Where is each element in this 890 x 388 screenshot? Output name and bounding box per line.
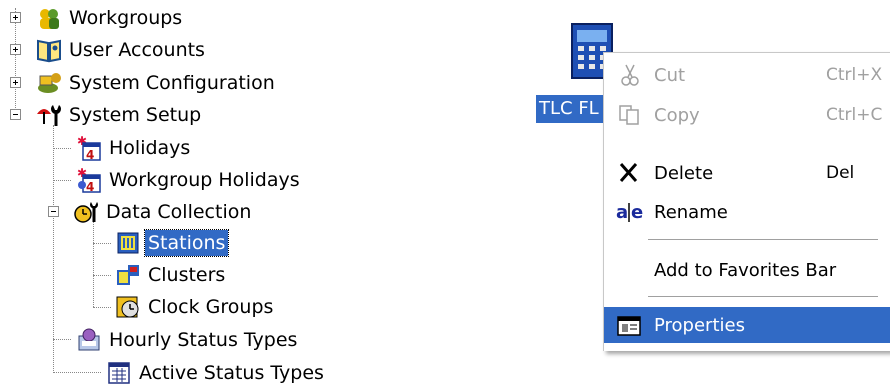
tree-connector bbox=[53, 125, 54, 373]
menu-item-rename[interactable]: ae Rename bbox=[604, 194, 890, 230]
tree-connector bbox=[93, 275, 111, 276]
expand-system-configuration-button[interactable] bbox=[10, 77, 21, 88]
rename-icon: ae bbox=[616, 200, 644, 224]
tree-connector bbox=[53, 148, 71, 149]
holiday-calendar-icon: ✱ 4 bbox=[76, 135, 102, 161]
tree-item-label: Clusters bbox=[148, 264, 226, 286]
tree-connector bbox=[53, 372, 101, 373]
workgroup-holiday-calendar-icon: ✱ 4 bbox=[76, 167, 102, 193]
tree-item-label: Workgroups bbox=[69, 7, 183, 29]
clusters-icon bbox=[115, 262, 141, 288]
tree-item-label: System Configuration bbox=[69, 72, 275, 94]
menu-item-label: Delete bbox=[654, 162, 714, 184]
tree-item-label: User Accounts bbox=[69, 39, 205, 61]
tree-item-user-accounts[interactable]: User Accounts bbox=[36, 35, 208, 65]
menu-item-properties[interactable]: Properties bbox=[604, 307, 890, 343]
tree-item-label: Holidays bbox=[109, 137, 191, 159]
tree-connector bbox=[93, 243, 111, 244]
tree-item-system-setup[interactable]: System Setup bbox=[36, 100, 204, 130]
book-icon bbox=[36, 37, 62, 63]
tree-item-clusters[interactable]: Clusters bbox=[115, 260, 228, 290]
menu-item-add-to-favorites-bar[interactable]: Add to Favorites Bar bbox=[604, 252, 890, 288]
menu-separator bbox=[648, 296, 878, 297]
menu-item-shortcut: Ctrl+X bbox=[826, 65, 883, 85]
menu-item-label: Copy bbox=[654, 104, 700, 126]
tree-item-label: Data Collection bbox=[106, 201, 252, 223]
menu-item-shortcut: Del bbox=[826, 163, 855, 183]
copy-icon bbox=[616, 103, 644, 127]
active-status-icon bbox=[106, 360, 132, 386]
menu-item-label: Rename bbox=[654, 201, 728, 223]
tree-item-holidays[interactable]: ✱ 4 Holidays bbox=[76, 133, 193, 163]
svg-text:e: e bbox=[631, 202, 643, 223]
data-collection-icon bbox=[73, 199, 99, 225]
hourly-status-icon bbox=[76, 327, 102, 353]
tree-item-hourly-status-types[interactable]: Hourly Status Types bbox=[76, 325, 300, 355]
tree-item-workgroup-holidays[interactable]: ✱ 4 Workgroup Holidays bbox=[76, 165, 303, 195]
tree-item-label: Workgroup Holidays bbox=[109, 169, 300, 191]
svg-text:a: a bbox=[616, 202, 628, 223]
menu-separator bbox=[648, 239, 878, 240]
desktop-icon-label[interactable]: TLC FL bbox=[536, 95, 606, 123]
context-menu: Cut Ctrl+X Copy Ctrl+C Delete Del ae Ren… bbox=[603, 52, 890, 351]
expand-user-accounts-button[interactable] bbox=[10, 44, 21, 55]
menu-item-cut[interactable]: Cut Ctrl+X bbox=[604, 57, 890, 93]
svg-text:4: 4 bbox=[86, 180, 94, 193]
tree-item-workgroups[interactable]: Workgroups bbox=[36, 3, 185, 33]
clock-groups-icon bbox=[115, 294, 141, 320]
tree-connector bbox=[15, 8, 16, 118]
menu-item-label: Add to Favorites Bar bbox=[654, 259, 837, 281]
collapse-data-collection-button[interactable] bbox=[48, 206, 59, 217]
tree-item-active-status-types[interactable]: Active Status Types bbox=[106, 358, 327, 388]
tree-item-system-configuration[interactable]: System Configuration bbox=[36, 68, 278, 98]
navigation-tree: Workgroups User Accounts System Configur… bbox=[0, 0, 540, 386]
system-setup-icon bbox=[36, 102, 62, 128]
svg-text:4: 4 bbox=[86, 148, 94, 161]
menu-item-label: Cut bbox=[654, 64, 686, 86]
tree-item-stations[interactable]: Stations bbox=[115, 228, 230, 258]
tree-item-data-collection[interactable]: Data Collection bbox=[73, 197, 254, 227]
delete-x-icon bbox=[616, 161, 644, 185]
tree-item-label: Active Status Types bbox=[139, 362, 324, 384]
tree-item-label: System Setup bbox=[69, 104, 202, 126]
tree-item-label: Hourly Status Types bbox=[109, 329, 298, 351]
system-configuration-icon bbox=[36, 70, 62, 96]
tree-connector bbox=[93, 222, 94, 307]
tree-connector bbox=[53, 339, 71, 340]
station-icon bbox=[115, 230, 141, 256]
tree-connector bbox=[93, 307, 111, 308]
menu-item-label: Properties bbox=[654, 314, 745, 336]
properties-icon bbox=[616, 313, 644, 337]
scissors-icon bbox=[616, 63, 644, 87]
collapse-system-setup-button[interactable] bbox=[10, 109, 21, 120]
tree-connector bbox=[53, 180, 71, 181]
menu-item-copy[interactable]: Copy Ctrl+C bbox=[604, 97, 890, 133]
menu-item-shortcut: Ctrl+C bbox=[826, 105, 883, 125]
tree-item-label: Clock Groups bbox=[148, 296, 274, 318]
menu-item-delete[interactable]: Delete Del bbox=[604, 155, 890, 191]
expand-workgroups-button[interactable] bbox=[10, 12, 21, 23]
workgroups-icon bbox=[36, 5, 62, 31]
tree-item-label: Stations bbox=[143, 229, 230, 257]
tree-item-clock-groups[interactable]: Clock Groups bbox=[115, 292, 276, 322]
